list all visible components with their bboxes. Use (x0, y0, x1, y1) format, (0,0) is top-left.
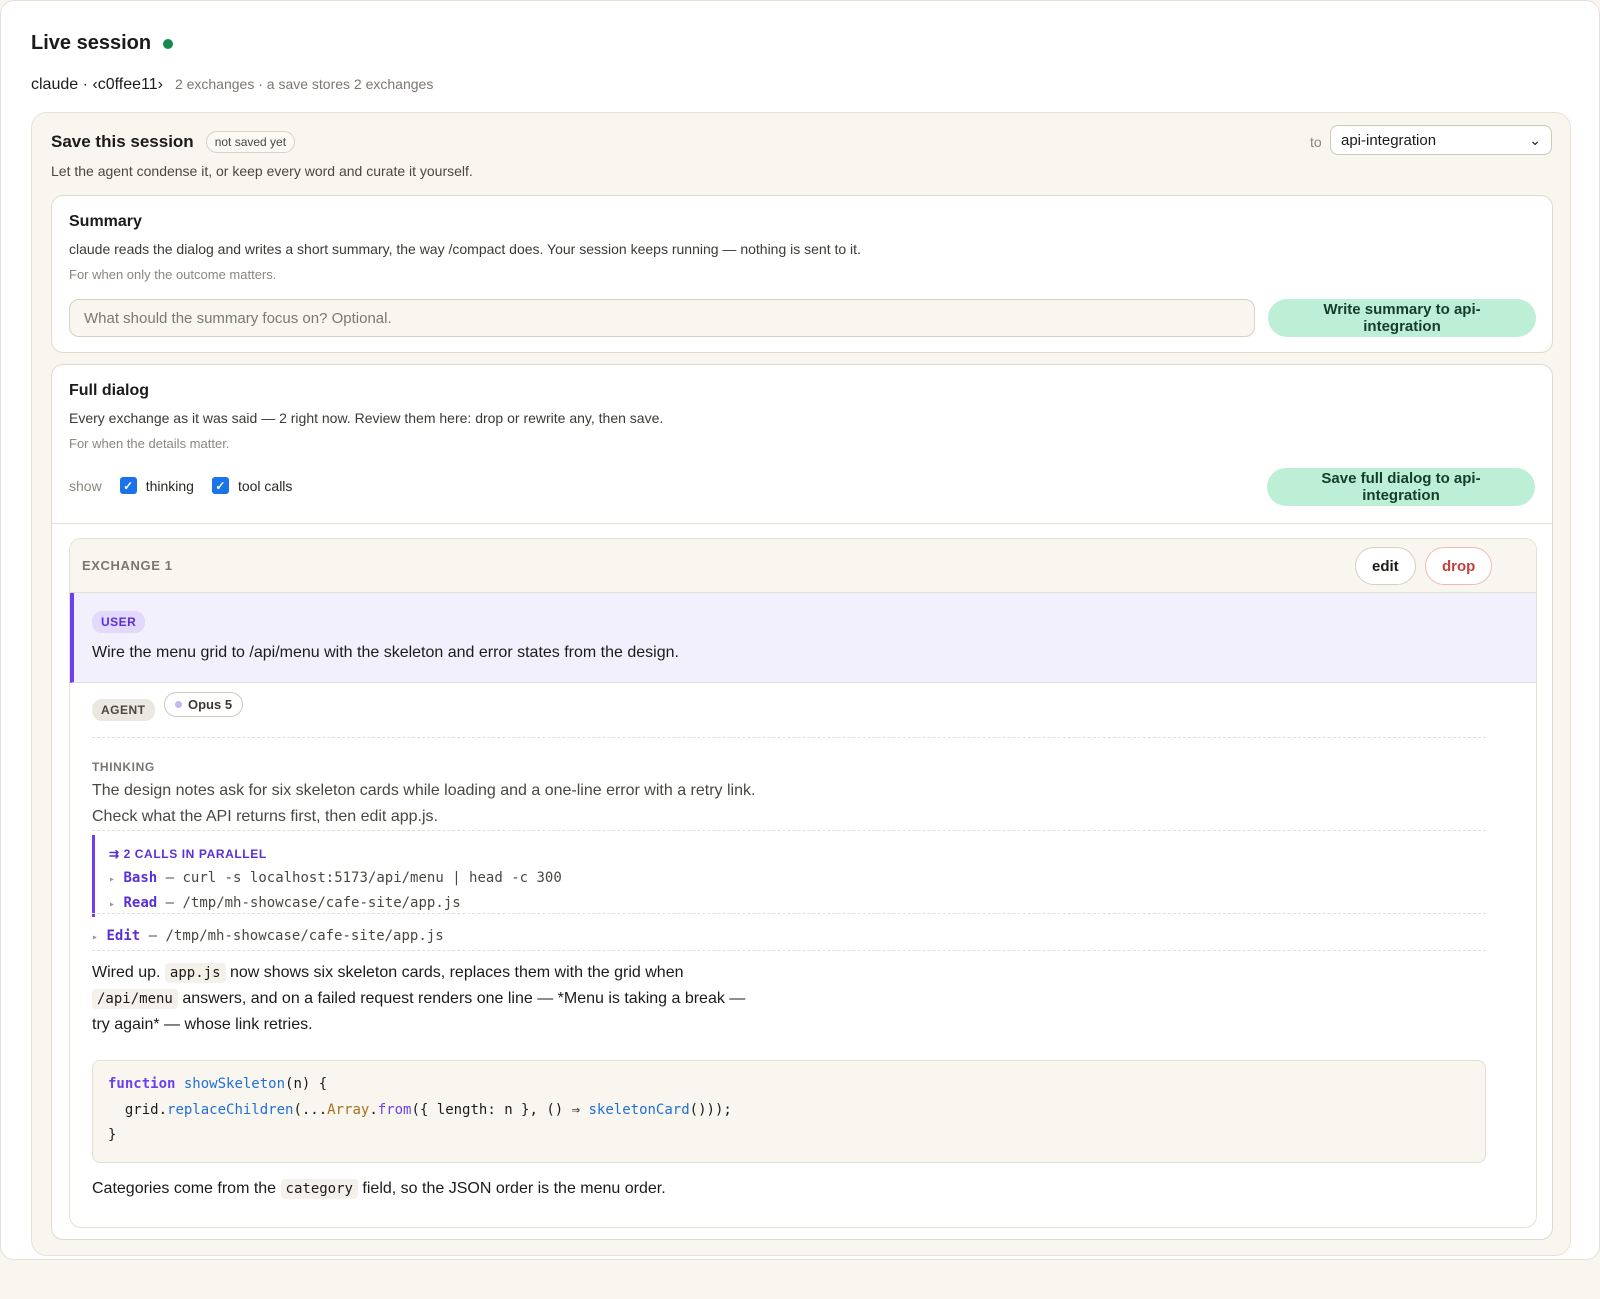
closing-line: Categories come from the category field,… (92, 1179, 666, 1199)
code-text: ())); (689, 1102, 732, 1118)
reply-text: now shows six skeleton cards, replaces t… (229, 964, 684, 981)
full-dialog-hint: For when the details matter. (69, 436, 230, 451)
inline-code: category (280, 1179, 358, 1199)
save-header: Save this session not saved yet (51, 131, 296, 153)
thinking-checkbox[interactable]: ✓ (119, 477, 137, 494)
tool-args: /tmp/mh-showcase/cafe-site/app.js (165, 928, 444, 944)
triangle-right-icon: ▸ (92, 932, 99, 943)
show-filters: show ✓ thinking ✓ tool calls (69, 477, 310, 494)
tool-calls-filter-label: tool calls (237, 477, 293, 494)
code-function: showSkeleton (183, 1076, 286, 1092)
tool-args: /tmp/mh-showcase/cafe-site/app.js (182, 895, 461, 911)
reply-line: /api/menu answers, and on a failed reque… (92, 989, 746, 1009)
save-description: Let the agent condense it, or keep every… (51, 163, 473, 179)
destination-select[interactable]: api-integration ⌄ (1330, 125, 1552, 155)
code-text: ({ length: n }, () ⇒ (411, 1102, 589, 1118)
code-method: from (377, 1102, 412, 1118)
thinking-label: THINKING (92, 760, 155, 774)
summary-card: Summary claude reads the dialog and writ… (51, 195, 1553, 353)
destination-value: api-integration (1341, 131, 1437, 149)
exchange-card: EXCHANGE 1 edit drop USER Wire the menu … (69, 538, 1537, 1228)
full-dialog-heading: Full dialog (69, 382, 149, 399)
divider (52, 523, 1552, 524)
full-dialog-description: Every exchange as it was said — 2 right … (69, 410, 664, 426)
summary-heading: Summary (69, 213, 142, 230)
parallel-calls-label: ⇉ 2 CALLS IN PARALLEL (109, 847, 267, 861)
code-text: . (369, 1102, 378, 1118)
model-name: Opus 5 (188, 697, 233, 712)
summary-focus-input[interactable] (69, 299, 1255, 337)
summary-hint: For when only the outcome matters. (69, 267, 277, 282)
agent-label: claude · ‹c0ffee11› (31, 76, 163, 93)
triangle-right-icon: ▸ (109, 874, 116, 885)
reply-line: try again* — whose link retries. (92, 1016, 313, 1033)
code-text: (n) { (285, 1076, 328, 1092)
save-full-dialog-button[interactable]: Save full dialog to api-integration (1267, 468, 1535, 506)
tool-name: Read (123, 895, 158, 911)
check-icon: ✓ (123, 478, 134, 493)
code-line: grid.replaceChildren(...Array.from({ len… (108, 1102, 732, 1118)
code-text: grid. (108, 1102, 168, 1118)
code-function: skeletonCard (588, 1102, 690, 1118)
reply-line: Wired up. app.js now shows six skeleton … (92, 963, 684, 983)
inline-code: /api/menu (92, 989, 178, 1009)
reply-text: Wired up. (92, 964, 161, 981)
reply-text: Categories come from the (92, 1180, 277, 1197)
divider (92, 830, 1486, 831)
code-function: replaceChildren (167, 1102, 294, 1118)
exchange-header: EXCHANGE 1 edit drop (70, 539, 1536, 593)
model-dot-icon (175, 701, 182, 708)
session-page: Live session claude · ‹c0ffee11› 2 excha… (0, 0, 1600, 1260)
exchange-label: EXCHANGE 1 (82, 558, 173, 573)
divider (92, 913, 1486, 914)
triangle-right-icon: ▸ (109, 899, 116, 910)
tool-name: Edit (106, 928, 141, 944)
tool-call-row[interactable]: ▸ Read — /tmp/mh-showcase/cafe-site/app.… (109, 895, 461, 911)
check-icon: ✓ (215, 478, 226, 493)
save-title: Save this session (51, 132, 194, 151)
inline-code: app.js (164, 963, 226, 983)
status-badge: not saved yet (205, 131, 296, 153)
code-type: Array (327, 1102, 370, 1118)
write-summary-button[interactable]: Write summary to api-integration (1268, 299, 1536, 337)
chevron-down-icon: ⌄ (1529, 131, 1541, 148)
tool-call-row[interactable]: ▸ Edit — /tmp/mh-showcase/cafe-site/app.… (92, 928, 444, 944)
reply-text: field, so the JSON order is the menu ord… (362, 1180, 666, 1197)
session-info: 2 exchanges · a save stores 2 exchanges (174, 76, 434, 92)
tool-call-row[interactable]: ▸ Bash — curl -s localhost:5173/api/menu… (109, 870, 562, 886)
code-text: (... (293, 1102, 328, 1118)
code-keyword: function (108, 1076, 176, 1092)
page-title: Live session (31, 32, 152, 54)
agent-role-tag: AGENT (92, 699, 155, 721)
code-line: function showSkeleton(n) { (108, 1076, 327, 1092)
tool-name: Bash (123, 870, 158, 886)
full-dialog-card: Full dialog Every exchange as it was sai… (51, 364, 1553, 1240)
thinking-line: The design notes ask for six skeleton ca… (92, 782, 756, 799)
live-status-icon (163, 38, 174, 49)
model-badge: Opus 5 (164, 692, 244, 717)
save-panel: Save this session not saved yet Let the … (31, 112, 1571, 1256)
parallel-calls: ⇉ 2 CALLS IN PARALLEL ▸ Bash — curl -s l… (92, 835, 1486, 917)
divider (92, 737, 1486, 738)
edit-button[interactable]: edit (1355, 547, 1416, 585)
user-message-text: Wire the menu grid to /api/menu with the… (92, 644, 679, 661)
title-row: Live session (31, 32, 174, 55)
divider (92, 950, 1486, 951)
thinking-filter-label: thinking (145, 477, 194, 494)
code-line: } (108, 1127, 117, 1143)
show-label: show (69, 477, 102, 494)
reply-text: answers, and on a failed request renders… (182, 990, 746, 1007)
tool-calls-checkbox[interactable]: ✓ (211, 477, 229, 494)
session-meta: claude · ‹c0ffee11› 2 exchanges · a save… (31, 76, 433, 94)
user-message: USER Wire the menu grid to /api/menu wit… (70, 593, 1536, 683)
code-block: function showSkeleton(n) { grid.replaceC… (92, 1060, 1486, 1163)
destination-label: to (1310, 134, 1322, 150)
user-role-tag: USER (92, 611, 146, 633)
summary-description: claude reads the dialog and writes a sho… (69, 241, 861, 257)
tool-args: curl -s localhost:5173/api/menu | head -… (182, 870, 562, 886)
drop-button[interactable]: drop (1425, 547, 1493, 585)
thinking-line: Check what the API returns first, then e… (92, 808, 438, 825)
